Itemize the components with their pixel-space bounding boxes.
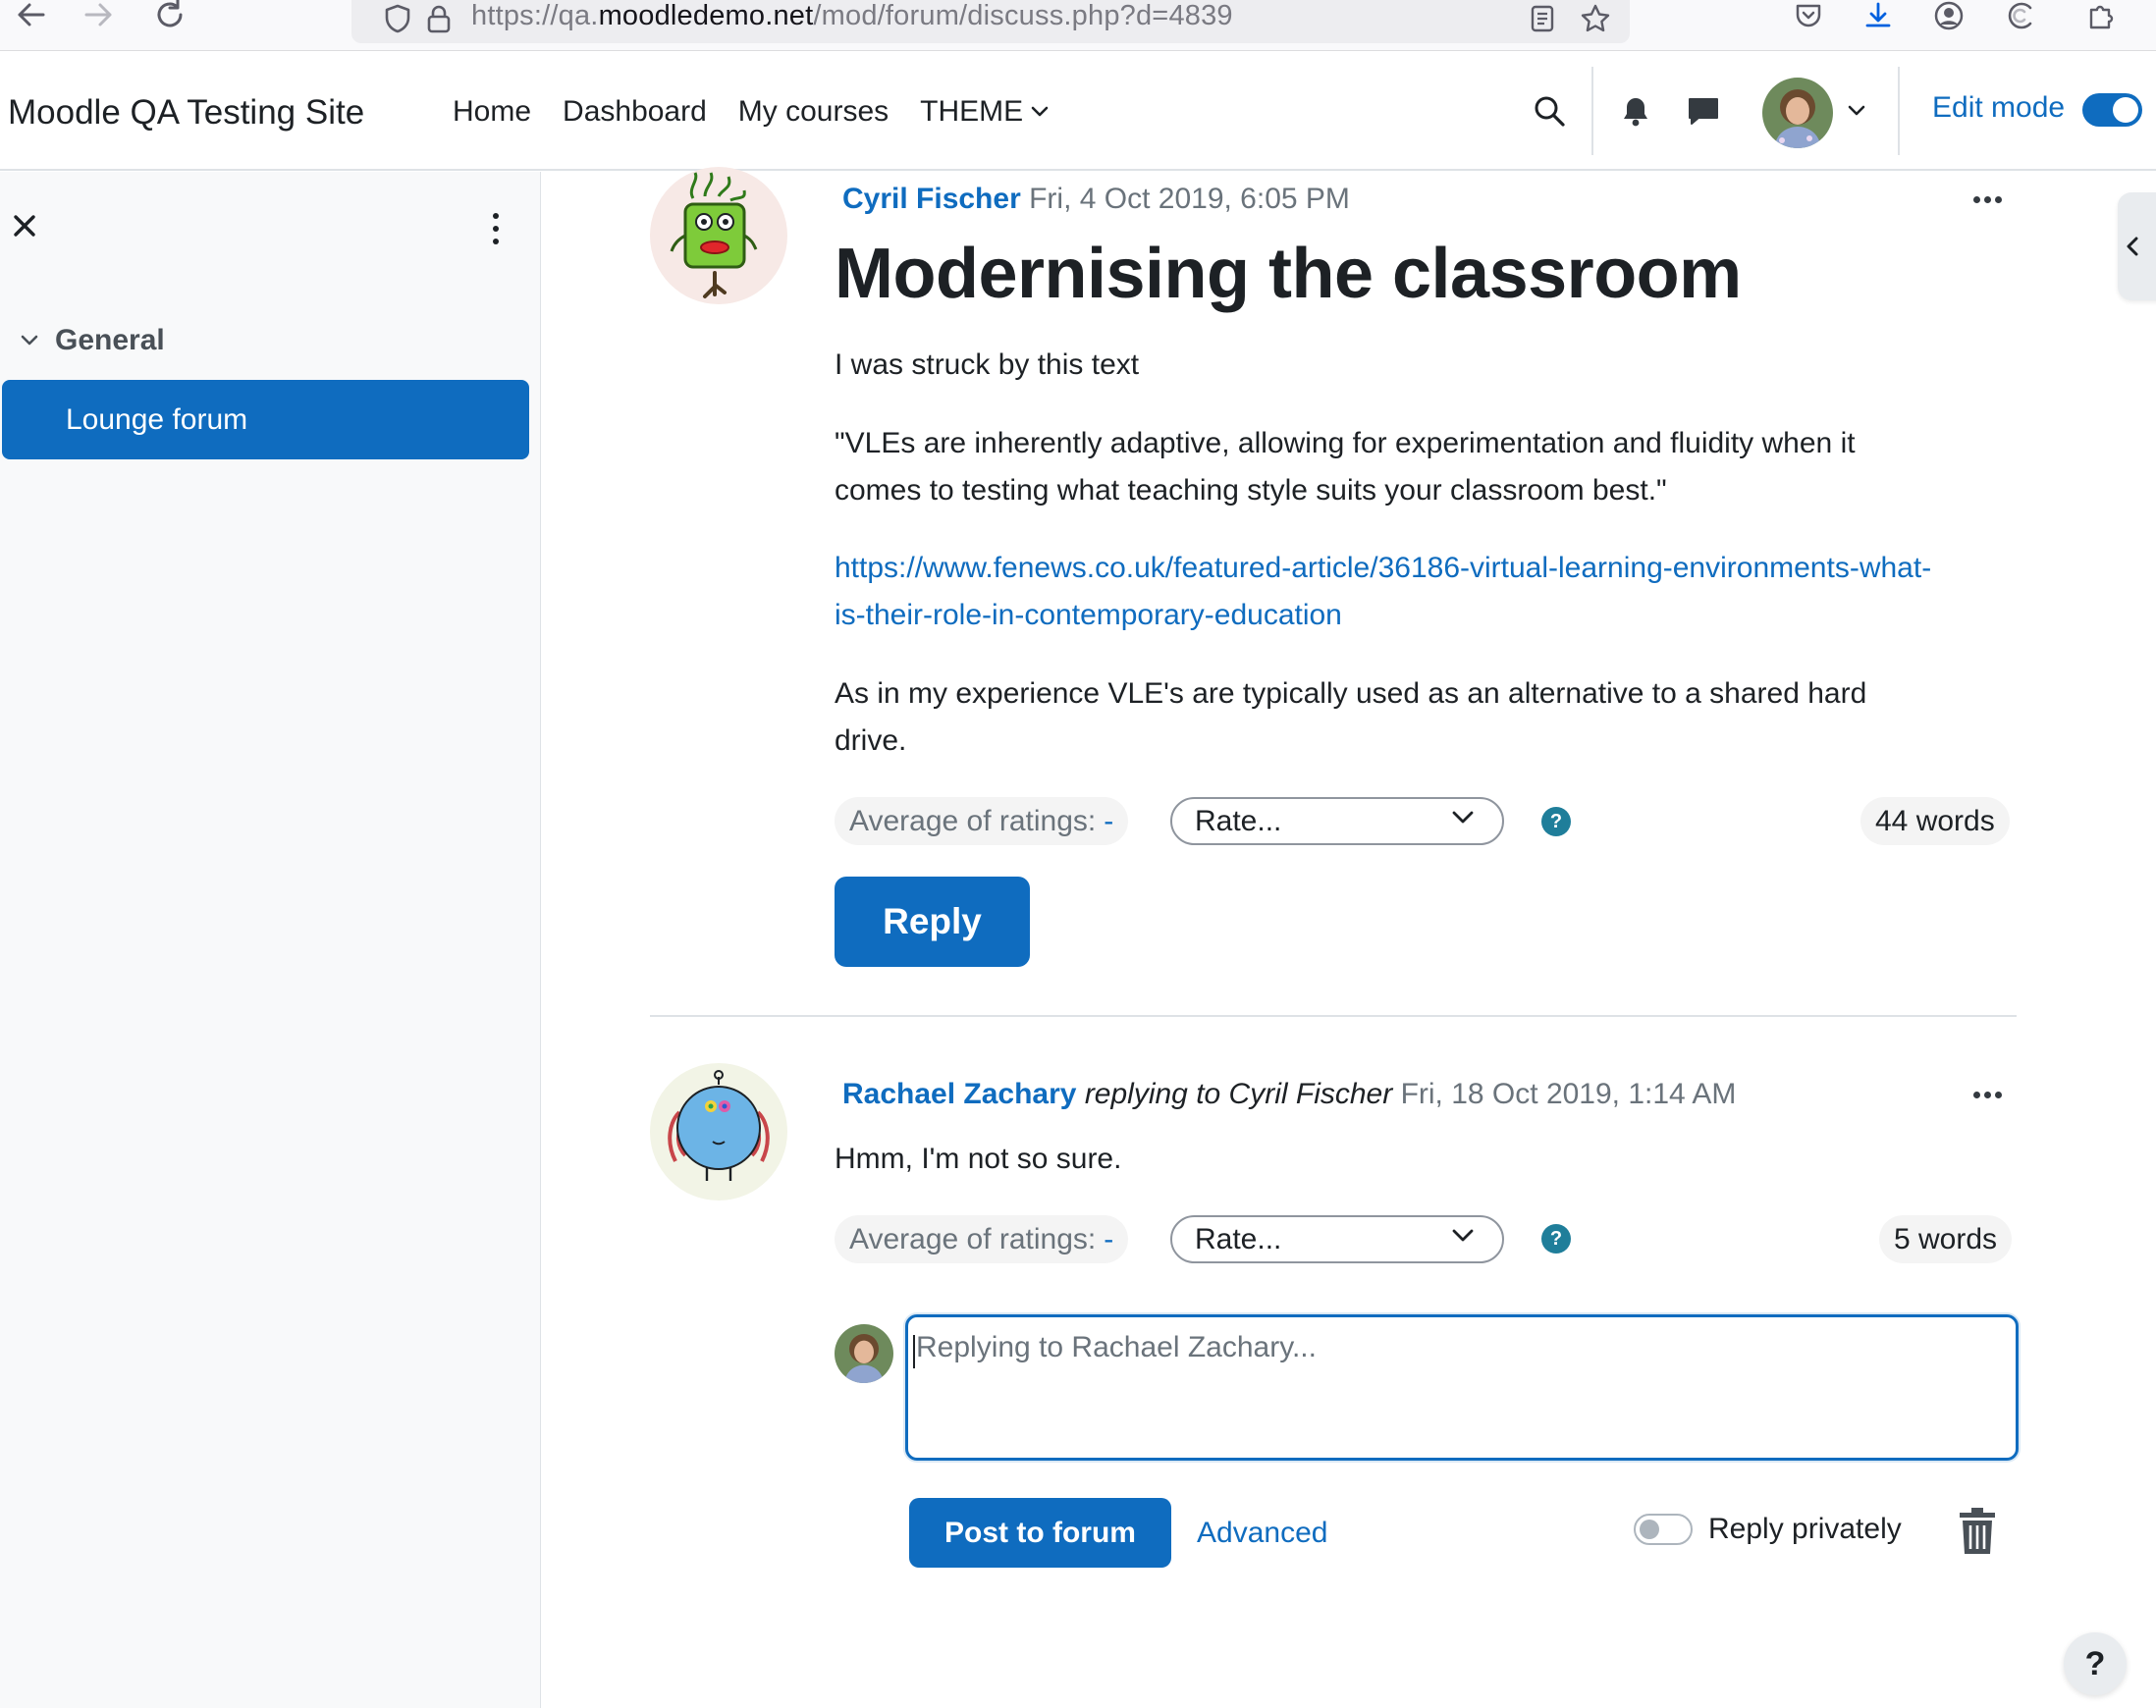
- site-name[interactable]: Moodle QA Testing Site: [8, 93, 364, 133]
- post-paragraph: I was struck by this text: [835, 348, 1140, 381]
- replying-to-text: replying to Cyril Fischer: [1084, 1078, 1393, 1110]
- close-icon[interactable]: [10, 211, 39, 240]
- forward-arrow-icon[interactable]: [75, 0, 124, 37]
- url-bar[interactable]: https://qa.moodledemo.net/mod/forum/disc…: [351, 0, 1630, 43]
- post-actions-menu[interactable]: [1973, 1092, 2002, 1098]
- nav-theme-menu[interactable]: THEME: [920, 95, 1049, 129]
- average-rating-badge: Average of ratings: -: [835, 797, 1129, 845]
- edit-mode-toggle[interactable]: [2082, 93, 2142, 127]
- average-rating-value[interactable]: -: [1104, 805, 1113, 838]
- reply-placeholder: Replying to Rachael Zachary...: [916, 1331, 1317, 1363]
- average-rating-badge: Average of ratings: -: [835, 1215, 1129, 1263]
- reply-button[interactable]: Reply: [835, 877, 1030, 967]
- course-index-drawer: General Lounge forum: [0, 172, 541, 1708]
- section-title[interactable]: General: [55, 324, 165, 357]
- reload-icon[interactable]: [145, 0, 194, 37]
- word-count-badge: 5 words: [1879, 1215, 2013, 1263]
- edit-mode-label[interactable]: Edit mode: [1932, 91, 2065, 125]
- post-actions-menu[interactable]: [1973, 196, 2002, 203]
- nav-home[interactable]: Home: [453, 95, 531, 129]
- kebab-menu-icon[interactable]: [486, 213, 506, 244]
- chevron-left-icon: [2127, 237, 2138, 256]
- block-drawer-toggle[interactable]: [2118, 192, 2156, 300]
- current-user-avatar: [835, 1324, 893, 1383]
- back-arrow-icon[interactable]: [6, 0, 55, 37]
- average-rating-label: Average of ratings:: [849, 804, 1097, 837]
- download-icon[interactable]: [1857, 0, 1900, 37]
- drawer-item-lounge-forum[interactable]: Lounge forum: [2, 380, 529, 459]
- reply-privately-label[interactable]: Reply privately: [1708, 1513, 1902, 1546]
- navbar-divider: [1898, 67, 1900, 155]
- post-link-paragraph: https://www.fenews.co.uk/featured-articl…: [835, 545, 1934, 639]
- post-title: Modernising the classroom: [835, 235, 1742, 313]
- help-icon[interactable]: ?: [1541, 807, 1571, 836]
- user-menu-chevron-icon[interactable]: [1848, 104, 1865, 118]
- post-quote: "VLEs are inherently adaptive, allowing …: [835, 427, 1856, 507]
- reply-privately-toggle[interactable]: [1634, 1514, 1693, 1545]
- reply-text: Hmm, I'm not so sure.: [835, 1143, 1122, 1175]
- course-section-general[interactable]: General: [20, 324, 165, 357]
- post-paragraph: As in my experience VLE's are typically …: [835, 677, 1867, 757]
- advanced-link[interactable]: Advanced: [1197, 1517, 1327, 1550]
- primary-navigation: Home Dashboard My courses THEME: [453, 95, 1080, 129]
- post-author-line: Cyril Fischer Fri, 4 Oct 2019, 6:05 PM: [842, 183, 1350, 216]
- average-rating-value[interactable]: -: [1104, 1223, 1113, 1256]
- search-icon[interactable]: [1532, 93, 1567, 129]
- reply-author-name[interactable]: Rachael Zachary: [842, 1078, 1076, 1110]
- bookmark-star-icon[interactable]: [1579, 2, 1612, 35]
- trash-icon[interactable]: [1956, 1507, 1999, 1556]
- rate-select-value: Rate...: [1195, 804, 1282, 837]
- author-avatar[interactable]: [650, 167, 787, 304]
- reply-date: Fri, 18 Oct 2019, 1:14 AM: [1400, 1078, 1737, 1110]
- reply-author-line: Rachael Zachary replying to Cyril Fische…: [842, 1078, 1736, 1111]
- chevron-down-icon[interactable]: [20, 334, 39, 347]
- nav-dashboard[interactable]: Dashboard: [563, 95, 707, 129]
- extensions-icon[interactable]: [2079, 0, 2123, 37]
- reader-view-icon[interactable]: [1526, 2, 1559, 35]
- post-date: Fri, 4 Oct 2019, 6:05 PM: [1029, 183, 1350, 215]
- post-author-name[interactable]: Cyril Fischer: [842, 183, 1021, 215]
- rate-select-value: Rate...: [1195, 1222, 1282, 1255]
- help-icon[interactable]: ?: [1541, 1224, 1571, 1254]
- browser-toolbar: https://qa.moodledemo.net/mod/forum/disc…: [0, 0, 2156, 51]
- chevron-down-icon: [1452, 811, 1474, 824]
- nav-theme-label: THEME: [920, 95, 1024, 128]
- chevron-down-icon: [1452, 1229, 1474, 1242]
- url-text[interactable]: https://qa.moodledemo.net/mod/forum/disc…: [471, 0, 1233, 32]
- notifications-bell-icon[interactable]: [1619, 94, 1652, 128]
- user-avatar[interactable]: [1762, 78, 1833, 148]
- lock-icon[interactable]: [422, 2, 456, 35]
- author-avatar[interactable]: [650, 1063, 787, 1201]
- site-navbar: Moodle QA Testing Site Home Dashboard My…: [0, 52, 2156, 171]
- post-link[interactable]: https://www.fenews.co.uk/featured-articl…: [835, 552, 1931, 631]
- history-icon[interactable]: [1999, 0, 2042, 37]
- rate-select[interactable]: Rate...: [1170, 1215, 1504, 1263]
- messages-icon[interactable]: [1686, 94, 1721, 128]
- account-icon[interactable]: [1927, 0, 1970, 37]
- post-divider: [650, 1015, 2017, 1017]
- rate-select[interactable]: Rate...: [1170, 797, 1504, 845]
- chevron-down-icon: [1031, 106, 1049, 117]
- post-to-forum-button[interactable]: Post to forum: [909, 1498, 1171, 1568]
- pocket-icon[interactable]: [1787, 0, 1830, 37]
- help-button[interactable]: ?: [2064, 1632, 2127, 1695]
- nav-my-courses[interactable]: My courses: [738, 95, 889, 129]
- inline-reply-textarea[interactable]: Replying to Rachael Zachary...: [905, 1314, 2019, 1461]
- navbar-divider: [1591, 67, 1593, 155]
- average-rating-label: Average of ratings:: [849, 1222, 1097, 1255]
- word-count-badge: 44 words: [1860, 797, 2010, 845]
- shield-icon[interactable]: [381, 2, 414, 35]
